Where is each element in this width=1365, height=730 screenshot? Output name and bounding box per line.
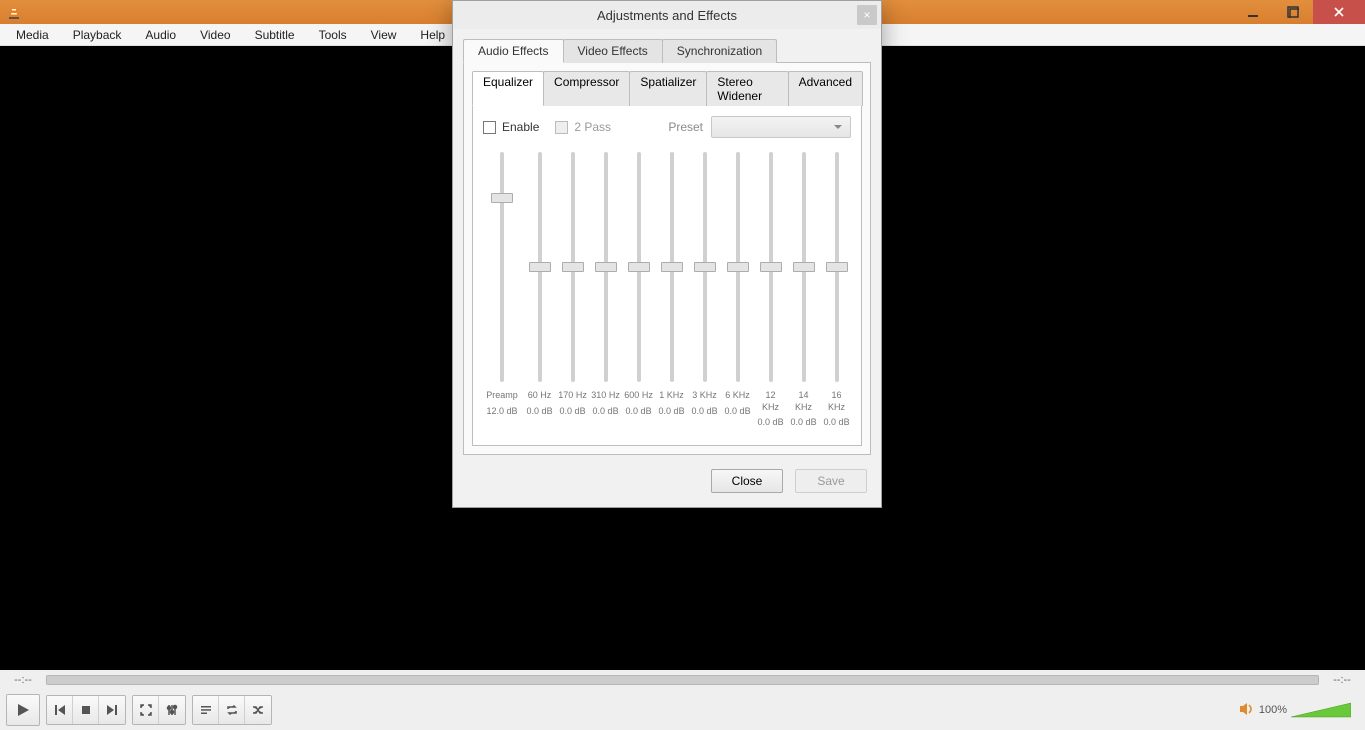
- eq-band-2-label: 310 Hz: [591, 390, 620, 402]
- eq-band-8: 14 KHz 0.0 dB: [789, 152, 818, 427]
- tab-synchronization[interactable]: Synchronization: [662, 39, 777, 63]
- volume-control: 100%: [1239, 701, 1359, 719]
- subtab-stereo-widener[interactable]: Stereo Widener: [706, 71, 788, 106]
- eq-band-4-value: 0.0 dB: [659, 406, 685, 416]
- audio-subtabbar: Equalizer Compressor Spatializer Stereo …: [472, 71, 862, 106]
- eq-band-3: 600 Hz 0.0 dB: [624, 152, 653, 427]
- preset-select[interactable]: [711, 116, 851, 138]
- eq-band-7-label: 12 KHz: [756, 390, 785, 413]
- menu-subtitle[interactable]: Subtitle: [243, 26, 307, 44]
- close-button[interactable]: [1313, 0, 1365, 24]
- subtab-spatializer[interactable]: Spatializer: [629, 71, 707, 106]
- eq-band-1-label: 170 Hz: [558, 390, 587, 402]
- eq-band-3-value: 0.0 dB: [626, 406, 652, 416]
- previous-button[interactable]: [47, 696, 73, 724]
- fullscreen-button[interactable]: [133, 696, 159, 724]
- seek-bar[interactable]: [46, 675, 1319, 685]
- dialog-close-button[interactable]: ×: [857, 5, 877, 25]
- eq-band-2: 310 Hz 0.0 dB: [591, 152, 620, 427]
- loop-button[interactable]: [219, 696, 245, 724]
- eq-band-5-slider[interactable]: [703, 152, 707, 382]
- eq-band-3-label: 600 Hz: [624, 390, 653, 402]
- enable-checkbox[interactable]: Enable: [483, 120, 539, 134]
- eq-band-2-slider[interactable]: [604, 152, 608, 382]
- eq-band-8-label: 14 KHz: [789, 390, 818, 413]
- menu-tools[interactable]: Tools: [307, 26, 359, 44]
- eq-band-0: 60 Hz 0.0 dB: [525, 152, 554, 427]
- eq-band-3-slider[interactable]: [637, 152, 641, 382]
- subtab-equalizer[interactable]: Equalizer: [472, 71, 544, 106]
- eq-band-5: 3 KHz 0.0 dB: [690, 152, 719, 427]
- speaker-icon[interactable]: [1239, 702, 1255, 719]
- eq-band-6-label: 6 KHz: [725, 390, 750, 402]
- eq-band-2-value: 0.0 dB: [593, 406, 619, 416]
- eq-band-8-value: 0.0 dB: [791, 417, 817, 427]
- tab-video-effects[interactable]: Video Effects: [563, 39, 663, 63]
- menu-view[interactable]: View: [359, 26, 409, 44]
- volume-slider[interactable]: [1291, 701, 1351, 719]
- eq-band-0-label: 60 Hz: [528, 390, 552, 402]
- eq-band-1-value: 0.0 dB: [560, 406, 586, 416]
- eq-band-1: 170 Hz 0.0 dB: [558, 152, 587, 427]
- menu-help[interactable]: Help: [408, 26, 457, 44]
- extended-settings-button[interactable]: [159, 696, 185, 724]
- eq-band-7-value: 0.0 dB: [758, 417, 784, 427]
- vlc-cone-icon: [6, 4, 22, 20]
- preset-label: Preset: [668, 120, 703, 134]
- eq-band-0-slider[interactable]: [538, 152, 542, 382]
- menu-playback[interactable]: Playback: [61, 26, 134, 44]
- eq-band-9: 16 KHz 0.0 dB: [822, 152, 851, 427]
- eq-preamp: Preamp 12.0 dB: [483, 152, 521, 427]
- menu-media[interactable]: Media: [4, 26, 61, 44]
- eq-band-9-value: 0.0 dB: [824, 417, 850, 427]
- tab-audio-effects[interactable]: Audio Effects: [463, 39, 564, 63]
- eq-preamp-value: 12.0 dB: [487, 406, 518, 416]
- save-button: Save: [795, 469, 867, 493]
- eq-band-9-slider[interactable]: [835, 152, 839, 382]
- eq-band-0-value: 0.0 dB: [527, 406, 553, 416]
- subtab-advanced[interactable]: Advanced: [788, 71, 863, 106]
- equalizer-panel: Enable 2 Pass Preset Preamp 12.0 dB 60 Hz 0…: [472, 105, 862, 446]
- eq-band-6: 6 KHz 0.0 dB: [723, 152, 752, 427]
- dialog-tabbar: Audio Effects Video Effects Synchronizat…: [463, 39, 871, 63]
- shuffle-button[interactable]: [245, 696, 271, 724]
- window-controls: [1233, 0, 1365, 24]
- two-pass-checkbox: 2 Pass: [555, 120, 611, 134]
- controls-bar: --:-- --:-- 100%: [0, 670, 1365, 730]
- menu-video[interactable]: Video: [188, 26, 242, 44]
- eq-preamp-slider[interactable]: [500, 152, 504, 382]
- close-button[interactable]: Close: [711, 469, 783, 493]
- time-elapsed: --:--: [6, 674, 40, 686]
- eq-band-9-label: 16 KHz: [822, 390, 851, 413]
- maximize-button[interactable]: [1273, 0, 1313, 24]
- adjustments-effects-dialog: Adjustments and Effects × Audio Effects …: [452, 0, 882, 508]
- eq-band-6-value: 0.0 dB: [725, 406, 751, 416]
- next-button[interactable]: [99, 696, 125, 724]
- eq-band-7-slider[interactable]: [769, 152, 773, 382]
- menu-audio[interactable]: Audio: [133, 26, 188, 44]
- play-button[interactable]: [7, 695, 39, 725]
- eq-band-8-slider[interactable]: [802, 152, 806, 382]
- eq-band-4-slider[interactable]: [670, 152, 674, 382]
- subtab-compressor[interactable]: Compressor: [543, 71, 630, 106]
- eq-band-5-label: 3 KHz: [692, 390, 717, 402]
- eq-preamp-label: Preamp: [486, 390, 518, 402]
- eq-band-4-label: 1 KHz: [659, 390, 684, 402]
- eq-band-7: 12 KHz 0.0 dB: [756, 152, 785, 427]
- minimize-button[interactable]: [1233, 0, 1273, 24]
- eq-band-6-slider[interactable]: [736, 152, 740, 382]
- dialog-title: Adjustments and Effects ×: [453, 1, 881, 29]
- eq-band-4: 1 KHz 0.0 dB: [657, 152, 686, 427]
- stop-button[interactable]: [73, 696, 99, 724]
- time-total: --:--: [1325, 674, 1359, 686]
- eq-band-1-slider[interactable]: [571, 152, 575, 382]
- eq-band-5-value: 0.0 dB: [692, 406, 718, 416]
- volume-percent: 100%: [1259, 704, 1287, 716]
- playlist-button[interactable]: [193, 696, 219, 724]
